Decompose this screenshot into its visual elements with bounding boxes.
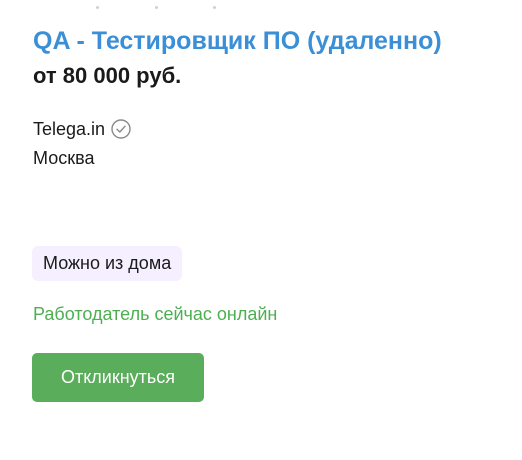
vacancy-salary: от 80 000 руб. xyxy=(33,63,182,88)
check-circle-icon xyxy=(110,118,132,140)
vacancy-card: QA - Тестировщик ПО (удаленно) от 80 000… xyxy=(0,0,522,460)
dot xyxy=(213,6,216,9)
remote-work-badge: Можно из дома xyxy=(32,246,183,281)
top-edge-dots xyxy=(96,6,216,9)
vacancy-city: Москва xyxy=(33,148,95,168)
employer-online-status: Работодатель сейчас онлайн xyxy=(33,304,278,324)
company-row: Telega.in xyxy=(33,117,132,141)
respond-button[interactable]: Откликнуться xyxy=(32,353,204,402)
dot xyxy=(154,6,158,9)
company-name-link[interactable]: Telega.in xyxy=(33,119,105,140)
vacancy-title-link[interactable]: QA - Тестировщик ПО (удаленно) xyxy=(33,26,442,56)
dot xyxy=(96,6,99,9)
